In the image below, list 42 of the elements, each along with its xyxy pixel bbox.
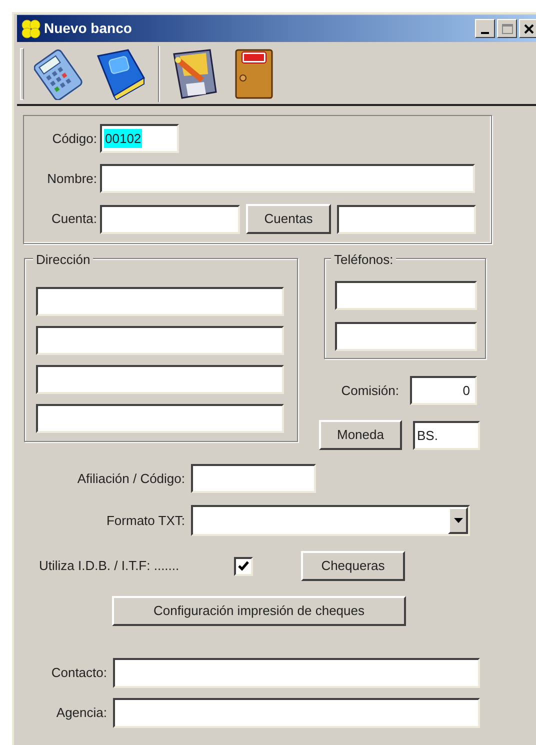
book-icon[interactable] <box>94 48 148 100</box>
button[interactable]: Moneda <box>319 420 402 450</box>
field-label: Formato TXT: <box>105 512 186 530</box>
button[interactable]: Cuentas <box>246 204 331 234</box>
affiliation-field[interactable] <box>191 464 316 493</box>
button[interactable]: Chequeras <box>301 551 405 581</box>
field-label: Nombre: <box>46 170 98 188</box>
window-title: Nuevo banco <box>44 19 132 38</box>
field-label: Cuenta: <box>50 210 98 228</box>
address-field[interactable] <box>36 404 284 433</box>
code-field[interactable]: 00102 <box>100 124 179 153</box>
address-field[interactable] <box>36 287 284 316</box>
dropdown-arrow-icon <box>454 518 462 523</box>
checkbox[interactable] <box>234 556 253 576</box>
minimize-button[interactable] <box>475 19 495 38</box>
field-label: Afiliación / Código: <box>76 470 186 488</box>
clover-icon <box>20 18 42 40</box>
account-field[interactable] <box>100 204 240 234</box>
maximize-button[interactable] <box>497 19 517 38</box>
address-field[interactable] <box>36 365 284 394</box>
address-field[interactable] <box>36 326 284 355</box>
field-label: Utiliza I.D.B. / I.T.F: ....... <box>39 557 180 576</box>
field-label: Contacto: <box>50 664 108 682</box>
dropdown[interactable] <box>191 505 470 536</box>
close-button[interactable] <box>519 19 536 38</box>
button[interactable]: Configuración impresión de cheques <box>112 596 406 626</box>
field-label: Comisión: <box>340 382 400 400</box>
maximize-icon <box>502 24 512 34</box>
currency-field[interactable]: BS. <box>413 420 480 450</box>
name-field[interactable] <box>100 164 475 193</box>
close-icon <box>524 24 534 34</box>
phone-field[interactable] <box>335 322 477 351</box>
minimize-icon <box>481 32 489 34</box>
field-value: 00102 <box>104 128 142 148</box>
field-label: Agencia: <box>55 704 108 722</box>
phone-field[interactable] <box>335 281 477 310</box>
checkmark-icon <box>238 561 249 571</box>
contact-field[interactable] <box>113 658 480 688</box>
agency-field[interactable] <box>113 698 480 728</box>
field-label: Código: <box>51 130 98 148</box>
account-name-field[interactable] <box>337 204 476 234</box>
commission-field[interactable]: 0 <box>410 376 477 405</box>
